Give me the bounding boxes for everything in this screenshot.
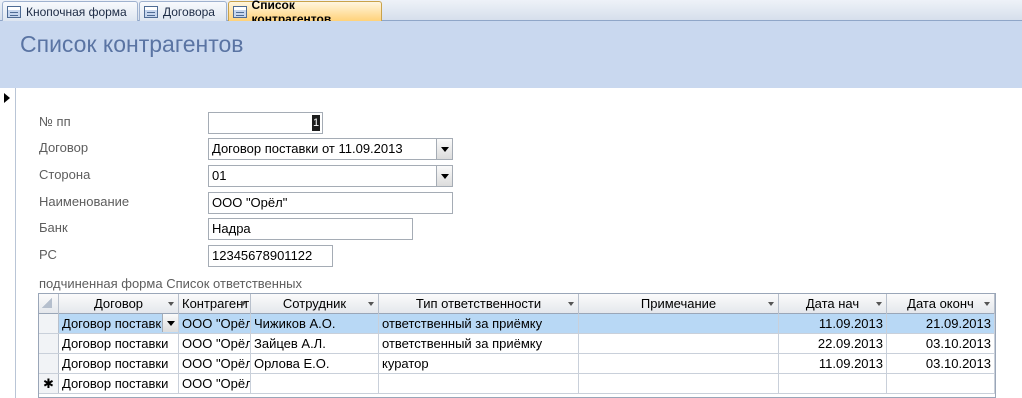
tab-dogovora[interactable]: Договора xyxy=(139,1,227,21)
form-icon xyxy=(233,5,247,18)
column-header-dogovor[interactable]: Договор xyxy=(59,294,179,314)
column-dropdown-icon[interactable] xyxy=(768,302,774,306)
rs-label: РС xyxy=(39,247,57,262)
cell-kontragent[interactable]: ООО "Орёл" xyxy=(179,354,251,373)
current-record-arrow-icon xyxy=(4,93,10,103)
document-tab-strip: Кнопочная форма Договора Список контраге… xyxy=(0,0,1022,26)
select-all-corner[interactable] xyxy=(39,294,59,314)
column-dropdown-icon[interactable] xyxy=(876,302,882,306)
table-row[interactable]: Договор поставки ООО "Орёл" Зайцев А.Л. … xyxy=(39,334,995,354)
form-header: Список контрагентов xyxy=(0,21,1022,88)
subform-datasheet[interactable]: Договор Контрагент Сотрудник Тип ответст… xyxy=(38,293,996,398)
column-header-primechanie[interactable]: Примечание xyxy=(579,294,779,314)
row-selector[interactable] xyxy=(39,334,59,353)
cell-dogovor[interactable]: Договор поставки xyxy=(59,334,179,353)
dropdown-arrow-icon[interactable] xyxy=(436,139,452,159)
naimenovanie-field[interactable]: ООО "Орёл" xyxy=(208,192,453,214)
column-dropdown-icon[interactable] xyxy=(984,302,990,306)
cell-sotrudnik[interactable] xyxy=(251,374,379,393)
npp-field[interactable]: 1 xyxy=(208,112,323,134)
storona-value: 01 xyxy=(212,168,227,183)
subform-label: подчиненная форма Список ответственных xyxy=(39,276,302,291)
bank-field[interactable]: Надра xyxy=(208,218,413,240)
cell-kontragent[interactable]: ООО "Орёл" xyxy=(179,334,251,353)
form-title: Список контрагентов xyxy=(20,31,244,57)
column-dropdown-icon[interactable] xyxy=(168,302,174,306)
cell-tip[interactable]: ответственный за приёмку xyxy=(379,334,579,353)
cell-sotrudnik[interactable]: Зайцев А.Л. xyxy=(251,334,379,353)
new-record-asterisk-icon: ✱ xyxy=(39,374,59,393)
column-header-data-nach[interactable]: Дата нач xyxy=(779,294,887,314)
npp-value: 1 xyxy=(312,115,320,131)
naimenovanie-value: ООО "Орёл" xyxy=(212,195,288,210)
tab-spisok-kontragentov[interactable]: Список контрагентов xyxy=(228,0,382,26)
form-icon xyxy=(7,5,21,18)
row-selector[interactable] xyxy=(39,354,59,373)
column-header-sotrudnik[interactable]: Сотрудник xyxy=(251,294,379,314)
cell-primechanie[interactable] xyxy=(579,354,779,373)
form-icon xyxy=(144,5,158,18)
column-header-row: Договор Контрагент Сотрудник Тип ответст… xyxy=(39,294,995,314)
dogovor-label: Договор xyxy=(39,140,89,155)
storona-label: Сторона xyxy=(39,167,91,182)
cell-sotrudnik[interactable]: Орлова Е.О. xyxy=(251,354,379,373)
cell-dogovor[interactable]: Договор поставки xyxy=(59,314,179,333)
dogovor-combobox[interactable]: Договор поставки от 11.09.2013 xyxy=(208,138,453,160)
cell-dogovor[interactable]: Договор поставки xyxy=(59,354,179,373)
cell-data-okonch[interactable]: 03.10.2013 xyxy=(887,354,995,373)
table-row[interactable]: Договор поставки ООО "Орёл" Чижиков А.О.… xyxy=(39,314,995,334)
record-selector[interactable] xyxy=(0,88,16,398)
column-dropdown-icon[interactable] xyxy=(240,302,246,306)
bank-label: Банк xyxy=(39,220,68,235)
cell-kontragent[interactable]: ООО "Орёл" xyxy=(179,314,251,333)
cell-data-okonch[interactable] xyxy=(887,374,995,393)
cell-data-nach[interactable]: 11.09.2013 xyxy=(779,314,887,333)
rs-value: 12345678901122 xyxy=(212,248,313,263)
select-all-icon xyxy=(42,298,52,308)
tab-label: Договора xyxy=(163,4,215,19)
cell-kontragent[interactable]: ООО "Орёл" xyxy=(179,374,251,393)
column-header-tip[interactable]: Тип ответственности xyxy=(379,294,579,314)
naimenovanie-label: Наименование xyxy=(39,194,130,209)
cell-data-okonch[interactable]: 03.10.2013 xyxy=(887,334,995,353)
cell-data-okonch[interactable]: 21.09.2013 xyxy=(887,314,995,333)
rs-field[interactable]: 12345678901122 xyxy=(208,245,333,267)
bank-value: Надра xyxy=(212,221,251,236)
cell-tip[interactable]: куратор xyxy=(379,354,579,373)
column-dropdown-icon[interactable] xyxy=(368,302,374,306)
column-dropdown-icon[interactable] xyxy=(568,302,574,306)
cell-dogovor[interactable]: Договор поставки xyxy=(59,374,179,393)
new-record-row[interactable]: ✱ Договор поставки ООО "Орёл" xyxy=(39,374,995,394)
cell-data-nach[interactable]: 22.09.2013 xyxy=(779,334,887,353)
tab-knopochnaya-forma[interactable]: Кнопочная форма xyxy=(2,1,138,21)
storona-combobox[interactable]: 01 xyxy=(208,165,453,187)
cell-tip[interactable] xyxy=(379,374,579,393)
column-header-kontragent[interactable]: Контрагент xyxy=(179,294,251,314)
column-header-data-okonch[interactable]: Дата оконч xyxy=(887,294,995,314)
cell-primechanie[interactable] xyxy=(579,374,779,393)
row-selector[interactable] xyxy=(39,314,59,333)
cell-sotrudnik[interactable]: Чижиков А.О. xyxy=(251,314,379,333)
cell-tip[interactable]: ответственный за приёмку xyxy=(379,314,579,333)
dropdown-arrow-icon[interactable] xyxy=(162,314,178,332)
cell-data-nach[interactable]: 11.09.2013 xyxy=(779,354,887,373)
cell-primechanie[interactable] xyxy=(579,314,779,333)
npp-label: № пп xyxy=(39,114,71,129)
tab-label: Кнопочная форма xyxy=(26,4,127,19)
dropdown-arrow-icon[interactable] xyxy=(436,166,452,186)
cell-primechanie[interactable] xyxy=(579,334,779,353)
cell-data-nach[interactable] xyxy=(779,374,887,393)
dogovor-value: Договор поставки от 11.09.2013 xyxy=(212,141,403,156)
table-row[interactable]: Договор поставки ООО "Орёл" Орлова Е.О. … xyxy=(39,354,995,374)
